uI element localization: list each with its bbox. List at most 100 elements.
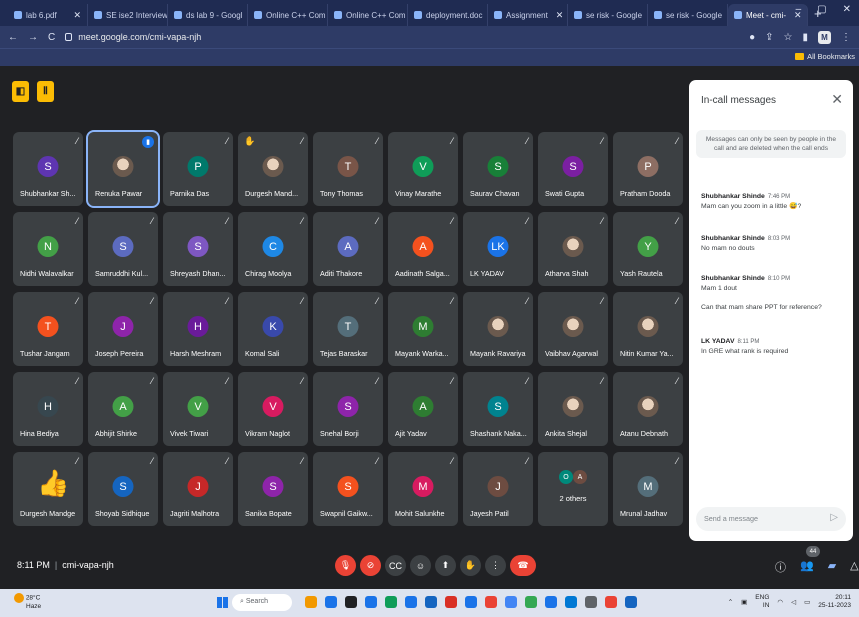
browser-tab[interactable]: Online C++ Com✕ xyxy=(248,4,328,26)
participant-tile[interactable]: S ⁄ Shreyash Dhan... xyxy=(163,212,233,286)
chat-icon[interactable]: ▰ xyxy=(828,559,836,575)
recording-indicator-icon[interactable]: ◧ xyxy=(12,81,29,102)
taskbar-app-icon[interactable] xyxy=(385,596,397,608)
present-icon[interactable]: ⬆ xyxy=(435,555,456,576)
participant-tile[interactable]: S ⁄ Saurav Chavan xyxy=(463,132,533,206)
reload-icon[interactable]: C xyxy=(48,32,55,43)
captions-icon[interactable]: CC xyxy=(385,555,406,576)
wifi-icon[interactable]: ◠ xyxy=(777,598,783,606)
participant-tile[interactable]: Y ⁄ Yash Rautela xyxy=(613,212,683,286)
browser-tab[interactable]: Online C++ Com✕ xyxy=(328,4,408,26)
taskbar-app-icon[interactable] xyxy=(565,596,577,608)
participant-tile[interactable]: A ⁄ Abhijit Shirke xyxy=(88,372,158,446)
participant-tile[interactable]: T ⁄ Tushar Jangam xyxy=(13,292,83,366)
participant-tile[interactable]: M ⁄ Mohit Salunkhe xyxy=(388,452,458,526)
browser-tab[interactable]: se risk - Google✕ xyxy=(568,4,648,26)
browser-tab[interactable]: se risk - Google✕ xyxy=(648,4,728,26)
back-icon[interactable]: ← xyxy=(8,32,18,43)
participant-tile[interactable]: ▮ Renuka Pawar xyxy=(86,130,160,208)
close-window-icon[interactable]: ✕ xyxy=(843,4,851,15)
raise-hand-icon[interactable]: ✋ xyxy=(460,555,481,576)
participant-tile[interactable]: ⁄ Mayank Ravariya xyxy=(463,292,533,366)
taskbar-app-icon[interactable] xyxy=(445,596,457,608)
taskbar-app-icon[interactable] xyxy=(505,596,517,608)
participant-tile[interactable]: V ⁄ Vinay Marathe xyxy=(388,132,458,206)
all-bookmarks[interactable]: All Bookmarks xyxy=(795,52,855,61)
participant-tile[interactable]: S ⁄ Samruddhi Kul... xyxy=(88,212,158,286)
taskbar-app-icon[interactable] xyxy=(405,596,417,608)
participant-tile[interactable]: ⁄ Ankita Shejal xyxy=(538,372,608,446)
participant-tile[interactable]: S ⁄ Swapnil Gaikw... xyxy=(313,452,383,526)
taskbar-app-icon[interactable] xyxy=(625,596,637,608)
participant-tile[interactable]: K ⁄ Komal Sali xyxy=(238,292,308,366)
taskbar-app-icon[interactable] xyxy=(605,596,617,608)
camera-indicator-icon[interactable]: ● xyxy=(749,32,755,43)
participant-tile[interactable]: T ⁄ Tejas Baraskar xyxy=(313,292,383,366)
camera-off-icon[interactable]: ⊘ xyxy=(360,555,381,576)
participant-tile[interactable]: A ⁄ Aditi Thakore xyxy=(313,212,383,286)
taskbar-app-icon[interactable] xyxy=(525,596,537,608)
forward-icon[interactable]: → xyxy=(28,32,38,43)
participant-tile[interactable]: J ⁄ Joseph Pereira xyxy=(88,292,158,366)
info-indicator-icon[interactable]: Ⅱ xyxy=(37,81,54,102)
participant-tile[interactable]: P ⁄ Pratham Dooda xyxy=(613,132,683,206)
participant-tile[interactable]: P ⁄ Parnika Das xyxy=(163,132,233,206)
taskbar-app-icon[interactable] xyxy=(485,596,497,608)
participant-tile[interactable]: M ⁄ Mrunal Jadhav xyxy=(613,452,683,526)
browser-tab[interactable]: ds lab 9 - Googl✕ xyxy=(168,4,248,26)
taskbar-search[interactable]: ⌕ Search xyxy=(232,594,292,611)
participant-tile[interactable]: S ⁄ Shoyab Sidhique xyxy=(88,452,158,526)
browser-tab[interactable]: Assignment ✕ xyxy=(488,4,568,26)
participant-tile[interactable]: ⁄ Atharva Shah xyxy=(538,212,608,286)
send-icon[interactable]: ▷ xyxy=(830,512,838,523)
language-indicator[interactable]: ENG IN xyxy=(755,594,769,610)
emoji-icon[interactable]: ☺ xyxy=(410,555,431,576)
taskbar-app-icon[interactable] xyxy=(325,596,337,608)
taskbar-app-icon[interactable] xyxy=(465,596,477,608)
windows-start-icon[interactable] xyxy=(217,597,228,608)
url-field[interactable]: meet.google.com/cmi-vapa-njh xyxy=(65,32,739,42)
minimize-icon[interactable]: – xyxy=(796,4,802,15)
participant-tile[interactable]: A ⁄ Aadinath Salga... xyxy=(388,212,458,286)
participant-tile[interactable]: S ⁄ Shubhankar Sh... xyxy=(13,132,83,206)
battery-icon[interactable]: ▭ xyxy=(804,598,810,606)
participant-tile[interactable]: S ⁄ Swati Gupta xyxy=(538,132,608,206)
participant-tile[interactable]: H ⁄ Harsh Meshram xyxy=(163,292,233,366)
weather-widget[interactable]: 28°C Haze xyxy=(14,593,41,611)
participant-tile[interactable]: A ⁄ Ajit Yadav xyxy=(388,372,458,446)
browser-tab[interactable]: lab 6.pdf ✕ xyxy=(8,4,88,26)
participant-tile[interactable]: 👍 ⁄ Durgesh Mandge xyxy=(13,452,83,526)
maximize-icon[interactable]: ▢ xyxy=(817,4,826,15)
info-icon[interactable]: ⓘ xyxy=(775,559,786,575)
participant-tile[interactable]: ⁄ ✋ Durgesh Mand... xyxy=(238,132,308,206)
tab-close-icon[interactable]: ✕ xyxy=(69,10,81,21)
tray-clock[interactable]: 20:11 25-11-2023 xyxy=(818,594,851,610)
close-icon[interactable]: ✕ xyxy=(831,91,843,108)
participant-tile[interactable]: S ⁄ Snehal Borji xyxy=(313,372,383,446)
participant-tile[interactable]: OA 2 others xyxy=(538,452,608,526)
sidepanel-icon[interactable]: ▮ xyxy=(802,32,808,43)
participant-tile[interactable]: J ⁄ Jagriti Malhotra xyxy=(163,452,233,526)
browser-tab[interactable]: deployment.doc✕ xyxy=(408,4,488,26)
message-input[interactable]: Send a message ▷ xyxy=(696,507,846,531)
taskbar-app-icon[interactable] xyxy=(545,596,557,608)
taskbar-app-icon[interactable] xyxy=(585,596,597,608)
profile-avatar[interactable]: M xyxy=(818,30,831,44)
taskbar-app-icon[interactable] xyxy=(305,596,317,608)
participant-tile[interactable]: S ⁄ Sanika Bopate xyxy=(238,452,308,526)
taskbar-app-icon[interactable] xyxy=(425,596,437,608)
activities-icon[interactable]: △ xyxy=(850,559,858,575)
star-icon[interactable]: ☆ xyxy=(784,32,793,43)
people-icon[interactable]: 👥 xyxy=(800,559,814,575)
mic-off-icon[interactable]: 🎙 xyxy=(335,555,356,576)
participant-tile[interactable]: H ⁄ Hina Bediya xyxy=(13,372,83,446)
participant-tile[interactable]: J ⁄ Jayesh Patil xyxy=(463,452,533,526)
participant-tile[interactable]: M ⁄ Mayank Warka... xyxy=(388,292,458,366)
more-options-icon[interactable]: ⋮ xyxy=(485,555,506,576)
volume-icon[interactable]: ◁ xyxy=(791,598,796,606)
menu-icon[interactable]: ⋮ xyxy=(841,32,851,43)
participant-tile[interactable]: C ⁄ Chirag Moolya xyxy=(238,212,308,286)
taskbar-app-icon[interactable] xyxy=(365,596,377,608)
taskbar-app-icon[interactable] xyxy=(345,596,357,608)
browser-tab[interactable]: SE ise2 Interview✕ xyxy=(88,4,168,26)
